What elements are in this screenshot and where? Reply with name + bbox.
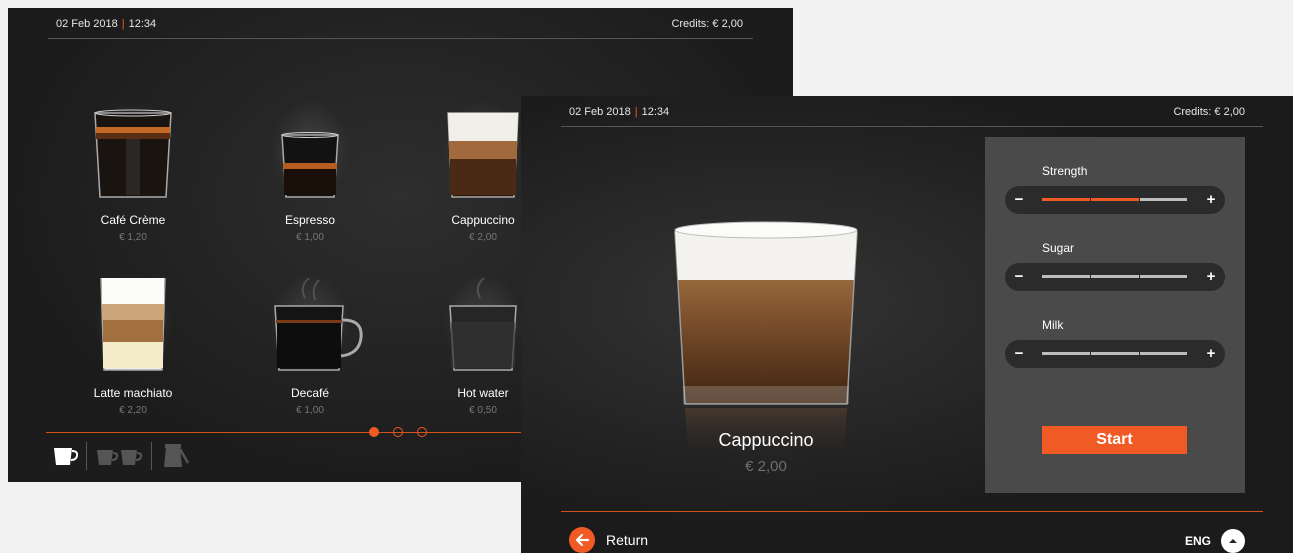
milk-increase-button[interactable]: + [1203, 345, 1219, 362]
status-bar: 02 Feb 2018 | 12:34 Credits: € 2,00 [8, 8, 793, 39]
decafe-mug-icon [274, 278, 363, 371]
strength-label: Strength [1042, 164, 1088, 178]
strength-increase-button[interactable]: + [1203, 191, 1219, 208]
selected-product-name: Cappuccino [718, 430, 814, 450]
product-tile-latte-machiato[interactable]: Latte machiato € 2,20 [58, 258, 208, 416]
date: 02 Feb 2018 [56, 18, 118, 30]
selected-product-price: € 2,00 [745, 458, 787, 475]
strength-track[interactable] [1042, 197, 1187, 202]
cappuccino-hero-cup-icon [674, 221, 858, 466]
double-cup-icon[interactable] [95, 445, 143, 467]
slider-segment [1090, 275, 1139, 278]
product-name: Decafé [290, 386, 330, 400]
pot-icon[interactable] [160, 443, 190, 469]
slider-segment [1138, 275, 1187, 278]
customization-panel: Strength − + Sugar − + Milk − + Start [985, 137, 1245, 493]
sugar-label: Sugar [1042, 241, 1075, 255]
arrow-left-icon [569, 527, 595, 553]
latte-machiato-glass-icon [100, 278, 166, 371]
sugar-increase-button[interactable]: + [1203, 268, 1219, 285]
slider-tick [1138, 197, 1140, 202]
product-tile-espresso[interactable]: Espresso € 1,00 [235, 85, 385, 243]
slider-segment [1138, 352, 1187, 355]
return-button[interactable]: Return [569, 525, 648, 553]
status-bar: 02 Feb 2018 | 12:34 Credits: € 2,00 [521, 96, 1293, 127]
slider-segment [1042, 275, 1091, 278]
product-detail-screen: 02 Feb 2018 | 12:34 Credits: € 2,00 Cappuc… [521, 96, 1293, 553]
date-time: 02 Feb 2018 | 12:34 [56, 18, 156, 30]
slider-tick [1090, 351, 1092, 356]
page-indicator [367, 425, 437, 439]
product-tile-decafe[interactable]: Decafé € 1,00 [235, 258, 385, 416]
page-dot-3[interactable] [417, 427, 427, 437]
product-price: € 1,00 [296, 405, 324, 416]
time: 12:34 [128, 18, 157, 30]
product-price: € 1,20 [119, 232, 147, 243]
return-label: Return [606, 532, 649, 548]
milk-decrease-button[interactable]: − [1011, 345, 1027, 362]
single-cup-icon[interactable] [52, 445, 78, 467]
size-separator [86, 442, 87, 470]
sugar-slider[interactable]: − + [1005, 263, 1225, 291]
sugar-track[interactable] [1042, 274, 1187, 279]
status-divider [561, 126, 1263, 127]
strength-slider[interactable]: − + [1005, 186, 1225, 214]
chevron-up-icon[interactable] [1221, 529, 1245, 553]
start-button[interactable]: Start [1042, 426, 1187, 454]
page-dot-2[interactable] [393, 427, 403, 437]
date-time-separator: | [121, 18, 125, 30]
milk-label: Milk [1042, 318, 1064, 332]
product-name: Café Crème [100, 213, 166, 227]
slider-segment [1042, 352, 1091, 355]
cup-size-selector [52, 440, 190, 472]
language-label: ENG [1184, 534, 1211, 548]
bottom-bar: Return ENG [521, 511, 1293, 553]
size-separator [151, 442, 152, 470]
product-name: Latte machiato [93, 386, 173, 400]
slider-segment [1138, 198, 1187, 201]
credits: Credits: € 2,00 [1173, 106, 1245, 118]
slider-segment [1090, 198, 1139, 201]
product-tile-cafe-creme[interactable]: Café Crème € 1,20 [58, 85, 208, 243]
date-time-separator: | [634, 106, 638, 118]
strength-decrease-button[interactable]: − [1011, 191, 1027, 208]
sugar-decrease-button[interactable]: − [1011, 268, 1027, 285]
time: 12:34 [641, 106, 670, 118]
page-dot-1[interactable] [369, 427, 379, 437]
cafe-creme-cup-icon [94, 109, 172, 198]
slider-segment [1042, 198, 1091, 201]
slider-segment [1090, 352, 1139, 355]
milk-slider[interactable]: − + [1005, 340, 1225, 368]
slider-tick [1138, 274, 1140, 279]
credits: Credits: € 2,00 [671, 18, 743, 30]
status-divider [48, 38, 753, 39]
product-name: Espresso [284, 213, 336, 227]
slider-tick [1090, 274, 1092, 279]
date-time: 02 Feb 2018 | 12:34 [569, 106, 669, 118]
espresso-cup-icon [281, 132, 339, 198]
language-selector[interactable]: ENG [1185, 529, 1245, 553]
slider-tick [1138, 351, 1140, 356]
product-price: € 2,20 [119, 405, 147, 416]
date: 02 Feb 2018 [569, 106, 631, 118]
slider-tick [1090, 197, 1092, 202]
milk-track[interactable] [1042, 351, 1187, 356]
product-price: € 1,00 [296, 232, 324, 243]
